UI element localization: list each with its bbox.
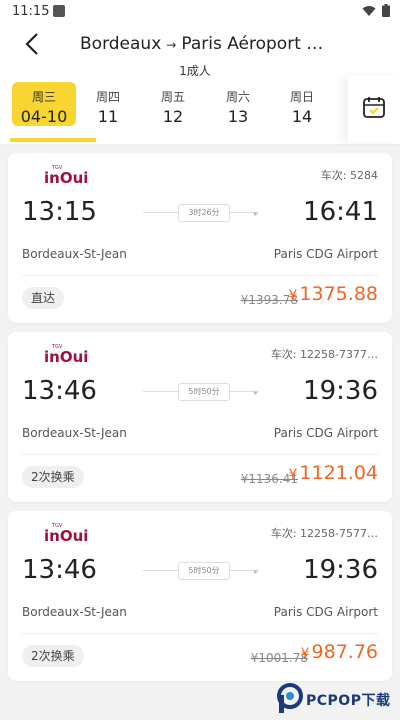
date-tab-weekday: 周日 [289, 90, 314, 104]
train-card[interactable]: TGV inOui 车次: 5284 13:15 ▸ 3时26分 16:41 B… [8, 153, 392, 323]
train-number: 车次: 12258-7577… [270, 527, 378, 540]
price: ¥1121.04 [289, 462, 379, 484]
watermark: PCPOP下载 [277, 683, 397, 717]
battery-icon [382, 4, 390, 17]
date-tab-day: 11 [97, 107, 119, 126]
departure-station: Bordeaux-St-Jean [22, 605, 127, 619]
train-number: 车次: 12258-7377… [270, 348, 378, 361]
inoui-logo-icon: TGV inOui [44, 163, 94, 187]
arrival-time: 19:36 [303, 376, 378, 406]
arrow-right-icon: ▸ [254, 388, 259, 397]
train-card[interactable]: TGV inOui 车次: 12258-7377… 13:46 ▸ 5时50分 … [8, 332, 392, 502]
arrow-right-icon: ▸ [254, 567, 259, 576]
price: ¥987.76 [301, 641, 378, 663]
arrival-station: Paris CDG Airport [273, 605, 378, 619]
date-tab-2[interactable]: 周五 12 [141, 82, 205, 126]
notification-icon [53, 5, 65, 17]
date-tab-1[interactable]: 周四 11 [76, 82, 140, 126]
origin-city: Bordeaux [80, 34, 162, 54]
date-tab-weekday: 周四 [95, 90, 120, 104]
back-button[interactable] [18, 32, 46, 60]
price: ¥1375.88 [289, 283, 379, 305]
divider [22, 633, 378, 634]
transfer-tag: 2次换乘 [22, 645, 84, 667]
header: Bordeaux → Paris Aéroport … 1成人 [0, 24, 400, 78]
currency-symbol: ¥ [300, 646, 310, 662]
date-tab-4[interactable]: 周日 14 [270, 82, 334, 126]
date-tab-0[interactable]: 周三 04-10 [12, 82, 76, 126]
arrival-time: 19:36 [303, 555, 378, 585]
departure-time: 13:15 [22, 197, 97, 227]
transfer-tag: 2次换乘 [22, 466, 84, 488]
divider [22, 275, 378, 276]
travel-duration: 5时50分 [178, 383, 230, 401]
inoui-logo-icon: TGV inOui [44, 521, 94, 545]
date-tab-3[interactable]: 周六 13 [206, 82, 270, 126]
inoui-logo-icon: TGV inOui [44, 342, 94, 366]
travel-duration: 5时50分 [178, 562, 230, 580]
selected-date-indicator [10, 138, 96, 142]
destination-city: Paris Aéroport … [181, 34, 324, 54]
calendar-icon [362, 95, 386, 123]
date-selector: 周三 04-10 周四 11 周五 12 周六 13 周日 14 [0, 76, 400, 145]
departure-time: 13:46 [22, 555, 97, 585]
date-tab-weekday: 周六 [225, 90, 250, 104]
arrival-time: 16:41 [303, 197, 378, 227]
status-icons [362, 4, 390, 17]
svg-text:inOui: inOui [44, 348, 88, 364]
price-value: 987.76 [311, 641, 378, 663]
arrival-station: Paris CDG Airport [273, 426, 378, 440]
departure-station: Bordeaux-St-Jean [22, 247, 127, 261]
pcpop-logo-icon [277, 683, 303, 717]
currency-symbol: ¥ [288, 467, 298, 483]
svg-text:inOui: inOui [44, 169, 88, 185]
departure-station: Bordeaux-St-Jean [22, 426, 127, 440]
date-tab-day: 04-10 [20, 107, 68, 126]
date-tab-day: 13 [227, 107, 249, 126]
currency-symbol: ¥ [288, 288, 298, 304]
arrival-station: Paris CDG Airport [273, 247, 378, 261]
chevron-left-icon [25, 32, 39, 60]
date-tab-weekday: 周三 [31, 90, 56, 104]
wifi-icon [362, 5, 376, 17]
calendar-button[interactable] [348, 76, 400, 142]
price-value: 1375.88 [299, 283, 378, 305]
train-number: 车次: 5284 [320, 169, 378, 182]
divider [22, 454, 378, 455]
train-card[interactable]: TGV inOui 车次: 12258-7577… 13:46 ▸ 5时50分 … [8, 511, 392, 681]
travel-duration: 3时26分 [178, 204, 230, 222]
departure-time: 13:46 [22, 376, 97, 406]
route-title: Bordeaux → Paris Aéroport … [80, 34, 323, 54]
status-time: 11:15 [12, 4, 50, 19]
transfer-tag: 直达 [22, 287, 65, 309]
watermark-text: PCPOP下载 [306, 693, 391, 709]
price-value: 1121.04 [299, 462, 378, 484]
arrow-right-icon: ▸ [254, 209, 259, 218]
route-arrow: → [166, 38, 177, 52]
date-tab-weekday: 周五 [160, 90, 185, 104]
date-tab-day: 14 [291, 107, 313, 126]
date-tab-day: 12 [162, 107, 184, 126]
status-bar: 11:15 [0, 0, 400, 24]
original-price: ¥1001.78 [250, 651, 308, 665]
svg-text:inOui: inOui [44, 527, 88, 543]
